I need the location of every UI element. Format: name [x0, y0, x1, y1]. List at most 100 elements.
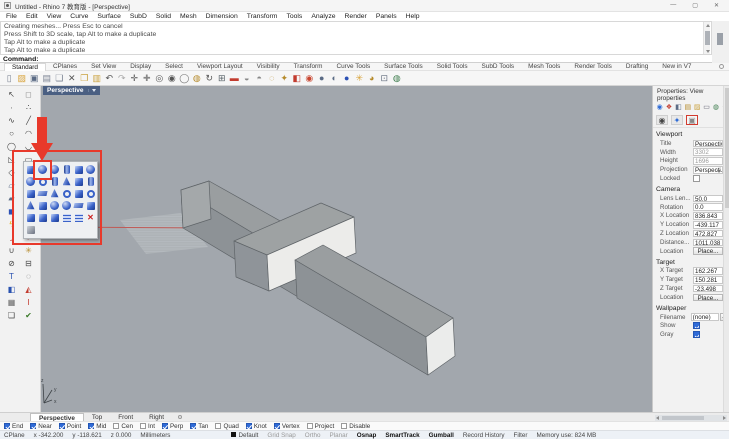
export-icon[interactable]: ❏	[53, 72, 66, 85]
property-value[interactable]: Perspecti...	[693, 166, 723, 174]
property-value[interactable]: Place...	[693, 294, 723, 302]
long-box-front-segment[interactable]	[295, 245, 455, 375]
layers-icon[interactable]: ❖	[665, 104, 672, 112]
menu-item[interactable]: Analyze	[311, 13, 335, 20]
toolbar-tab[interactable]: CPlanes	[46, 63, 84, 71]
toolbar-tab[interactable]: Drafting	[619, 63, 655, 71]
status-item[interactable]: Record History	[463, 432, 505, 439]
toolbar-options-icon[interactable]	[719, 64, 724, 69]
osnap-checkbox[interactable]	[59, 423, 65, 429]
menu-item[interactable]: Edit	[26, 13, 38, 20]
point-icon[interactable]: ∙	[3, 101, 20, 114]
property-value[interactable]: 1011.038	[693, 239, 723, 247]
scroll-down-icon[interactable]	[706, 50, 710, 53]
toolbar-tab[interactable]: Select	[158, 63, 190, 71]
close-button[interactable]: ✕	[714, 2, 719, 9]
notes-icon[interactable]: ▤	[684, 104, 691, 112]
osnap-checkbox[interactable]	[215, 423, 221, 429]
sun-icon[interactable]: ✳	[353, 72, 366, 85]
display-mode-icon[interactable]: ✦	[671, 115, 683, 125]
osnap-checkbox[interactable]	[307, 423, 313, 429]
osnap-option[interactable]: Tan	[190, 423, 208, 430]
scene-canvas[interactable]: z y x	[41, 86, 652, 412]
print-icon[interactable]: ▤	[41, 72, 54, 85]
annotate-icon[interactable]: I	[20, 296, 37, 309]
command-history[interactable]: Creating meshes... Press Esc to cancelPr…	[0, 21, 712, 55]
property-value[interactable]: (none)	[691, 313, 719, 321]
rotate-view-icon[interactable]: ↻	[203, 72, 216, 85]
toolbar-tab[interactable]: Visibility	[250, 63, 287, 71]
status-item[interactable]: Default	[231, 432, 258, 439]
osnap-option[interactable]: Vertex	[274, 423, 300, 430]
osnap-checkbox[interactable]	[4, 423, 10, 429]
files-icon[interactable]: ▨	[694, 104, 701, 112]
lamp-icon[interactable]: ✦	[278, 72, 291, 85]
open-folder-icon[interactable]: ▨	[16, 72, 29, 85]
perspective-viewport[interactable]: Perspective	[41, 86, 652, 412]
pan-icon[interactable]: ✛	[128, 72, 141, 85]
property-value[interactable]: 472.827	[693, 230, 723, 238]
scroll-up-icon[interactable]	[706, 24, 710, 27]
toolbar-tab[interactable]: Mesh Tools	[521, 63, 567, 71]
osnap-option[interactable]: Point	[59, 423, 81, 430]
material-sidebar-icon[interactable]: ◭	[20, 283, 37, 296]
status-item[interactable]: CPlane	[4, 432, 25, 439]
status-item[interactable]: x -342.200	[34, 432, 64, 439]
property-value[interactable]: Perspective	[693, 140, 723, 148]
osnap-checkbox[interactable]	[246, 423, 252, 429]
toolbar-tab[interactable]: Solid Tools	[430, 63, 475, 71]
menu-item[interactable]: Dimension	[206, 13, 238, 20]
osnap-option[interactable]: Knot	[246, 423, 267, 430]
zoom-selected-icon[interactable]: ◍	[191, 72, 204, 85]
property-value[interactable]: -23.498	[693, 285, 723, 293]
solid-tools-icon[interactable]: ◧	[3, 283, 20, 296]
menu-item[interactable]: Curve	[70, 13, 88, 20]
hscrollbar-thumb[interactable]	[662, 416, 704, 420]
menu-item[interactable]: SubD	[130, 13, 147, 20]
viewport-title-menu[interactable]: Perspective	[43, 86, 100, 95]
command-side-scrollbar[interactable]	[713, 21, 729, 55]
arc-icon[interactable]: ◠	[20, 127, 37, 140]
status-item[interactable]: Millimeters	[140, 432, 170, 439]
status-item[interactable]: Memory use: 824 MB	[537, 432, 597, 439]
status-item[interactable]: y -118.621	[72, 432, 101, 439]
osnap-checkbox[interactable]	[30, 423, 36, 429]
status-item[interactable]: Osnap	[357, 432, 377, 439]
text-icon[interactable]: T	[3, 270, 20, 283]
menu-item[interactable]: Help	[406, 13, 420, 20]
web-icon[interactable]: ◍	[712, 104, 719, 112]
lock-icon[interactable]: ◓	[253, 72, 266, 85]
toolbar-tab[interactable]: Curve Tools	[330, 63, 378, 71]
status-item[interactable]: Filter	[514, 432, 528, 439]
minimize-button[interactable]: —	[670, 2, 676, 9]
display-icon[interactable]: ◧	[675, 104, 682, 112]
camera-icon[interactable]: ◉	[656, 115, 668, 125]
view-settings-icon[interactable]: ▣	[686, 115, 698, 125]
osnap-checkbox[interactable]	[140, 423, 146, 429]
property-value[interactable]: 50.0	[693, 195, 723, 203]
osnap-option[interactable]: Cen	[113, 423, 133, 430]
osnap-checkbox[interactable]	[190, 423, 196, 429]
osnap-option[interactable]: Quad	[215, 423, 238, 430]
toolbar-tab[interactable]: Set View	[84, 63, 123, 71]
status-item[interactable]: Gumball	[429, 432, 454, 439]
sketch-icon[interactable]: ❏	[3, 309, 20, 322]
panel-scrollbar[interactable]	[723, 86, 729, 412]
toolbar-tab[interactable]: Display	[123, 63, 158, 71]
curve-edit-icon[interactable]: ◌	[20, 270, 37, 283]
property-value[interactable]	[693, 322, 700, 329]
toolbar-tab[interactable]: SubD Tools	[475, 63, 522, 71]
menu-item[interactable]: File	[6, 13, 17, 20]
check-icon[interactable]: ✔	[20, 309, 37, 322]
property-value[interactable]: 836.843	[693, 212, 723, 220]
menu-item[interactable]: Transform	[247, 13, 278, 20]
grid-icon[interactable]: ▦	[3, 296, 20, 309]
menu-item[interactable]: Solid	[156, 13, 171, 20]
status-item[interactable]: Grid Snap	[267, 432, 295, 439]
status-item[interactable]: Ortho	[305, 432, 321, 439]
osnap-option[interactable]: Mid	[88, 423, 106, 430]
explode-icon[interactable]: ✳	[20, 244, 37, 257]
menu-item[interactable]: Mesh	[180, 13, 197, 20]
zoom-window-icon[interactable]: ◉	[166, 72, 179, 85]
zoom-icon[interactable]: ◎	[153, 72, 166, 85]
